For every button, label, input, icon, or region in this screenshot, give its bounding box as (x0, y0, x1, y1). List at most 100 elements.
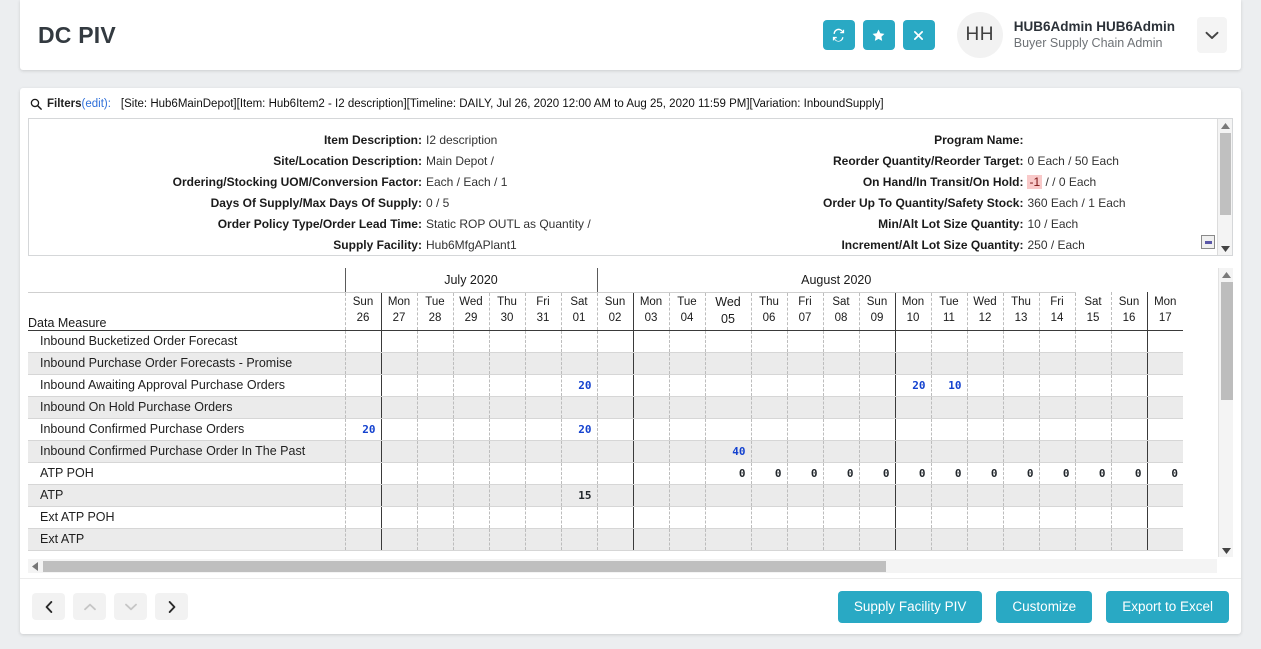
measure-cell[interactable] (1075, 528, 1111, 550)
measure-cell[interactable] (1075, 484, 1111, 506)
day-column-header[interactable]: Tue11 (931, 292, 967, 330)
day-column-header[interactable]: Sun26 (345, 292, 381, 330)
measure-cell[interactable] (525, 462, 561, 484)
measure-cell[interactable] (453, 418, 489, 440)
measure-cell[interactable] (345, 440, 381, 462)
measure-cell[interactable] (669, 418, 705, 440)
data-measure-label[interactable]: Inbound Confirmed Purchase Order In The … (28, 440, 345, 462)
nav-next-button[interactable] (155, 593, 188, 620)
measure-cell[interactable] (1147, 418, 1183, 440)
measure-cell[interactable] (1147, 506, 1183, 528)
measure-cell[interactable] (561, 440, 597, 462)
measure-cell[interactable] (823, 330, 859, 352)
measure-cell[interactable] (417, 440, 453, 462)
measure-cell[interactable] (489, 352, 525, 374)
measure-cell[interactable] (751, 506, 787, 528)
measure-cell[interactable] (489, 396, 525, 418)
measure-cell[interactable] (1147, 484, 1183, 506)
measure-cell[interactable]: 0 (1039, 462, 1075, 484)
measure-cell[interactable] (597, 352, 633, 374)
measure-cell[interactable] (453, 352, 489, 374)
data-measure-label[interactable]: Ext ATP (28, 528, 345, 550)
filters-edit-link[interactable]: (edit): (82, 98, 111, 110)
day-column-header[interactable]: Fri31 (525, 292, 561, 330)
measure-cell[interactable] (1147, 374, 1183, 396)
measure-cell[interactable]: 0 (823, 462, 859, 484)
measure-cell[interactable] (705, 374, 751, 396)
favorite-button[interactable] (863, 20, 895, 50)
measure-cell[interactable] (705, 484, 751, 506)
measure-cell[interactable] (525, 528, 561, 550)
measure-cell[interactable] (633, 330, 669, 352)
measure-cell[interactable] (705, 506, 751, 528)
measure-cell[interactable] (453, 462, 489, 484)
measure-cell[interactable] (633, 418, 669, 440)
measure-cell[interactable] (1039, 484, 1075, 506)
measure-cell[interactable] (597, 440, 633, 462)
measure-cell[interactable] (633, 528, 669, 550)
measure-cell[interactable] (381, 396, 417, 418)
measure-cell[interactable] (489, 418, 525, 440)
measure-cell[interactable] (597, 484, 633, 506)
measure-cell[interactable] (561, 330, 597, 352)
measure-cell[interactable] (1003, 440, 1039, 462)
measure-cell[interactable]: 0 (931, 462, 967, 484)
measure-cell[interactable] (751, 484, 787, 506)
measure-cell[interactable]: 0 (787, 462, 823, 484)
measure-cell[interactable] (489, 462, 525, 484)
measure-cell[interactable] (787, 330, 823, 352)
measure-cell[interactable] (859, 484, 895, 506)
data-measure-label[interactable]: Inbound Awaiting Approval Purchase Order… (28, 374, 345, 396)
measure-cell[interactable] (381, 528, 417, 550)
data-measure-label[interactable]: Inbound Bucketized Order Forecast (28, 330, 345, 352)
measure-cell[interactable] (489, 484, 525, 506)
measure-cell[interactable] (381, 440, 417, 462)
measure-cell[interactable] (381, 484, 417, 506)
measure-cell[interactable] (859, 528, 895, 550)
grid-scroll-down-arrow-icon[interactable] (1219, 544, 1233, 557)
measure-cell[interactable] (1003, 396, 1039, 418)
measure-cell[interactable] (417, 418, 453, 440)
measure-cell[interactable] (823, 506, 859, 528)
day-column-header[interactable]: Tue28 (417, 292, 453, 330)
measure-cell[interactable] (597, 374, 633, 396)
measure-cell[interactable] (1039, 506, 1075, 528)
measure-cell[interactable] (561, 352, 597, 374)
day-column-header[interactable]: Thu13 (1003, 292, 1039, 330)
measure-cell[interactable] (931, 528, 967, 550)
measure-cell[interactable] (417, 528, 453, 550)
measure-cell[interactable]: 0 (1111, 462, 1147, 484)
measure-cell[interactable] (453, 396, 489, 418)
measure-cell[interactable] (345, 528, 381, 550)
measure-cell[interactable] (597, 462, 633, 484)
measure-cell[interactable] (417, 330, 453, 352)
measure-cell[interactable] (489, 374, 525, 396)
measure-cell[interactable]: 15 (561, 484, 597, 506)
measure-cell[interactable] (345, 352, 381, 374)
measure-cell[interactable] (453, 440, 489, 462)
measure-cell[interactable] (1111, 352, 1147, 374)
measure-cell[interactable]: 40 (705, 440, 751, 462)
measure-cell[interactable] (525, 352, 561, 374)
day-column-header[interactable]: Mon10 (895, 292, 931, 330)
measure-cell[interactable] (751, 352, 787, 374)
measure-cell[interactable] (1003, 484, 1039, 506)
measure-cell[interactable] (787, 418, 823, 440)
measure-cell[interactable] (489, 440, 525, 462)
measure-cell[interactable] (859, 396, 895, 418)
details-vertical-scrollbar[interactable] (1217, 119, 1232, 255)
export-to-excel-button[interactable]: Export to Excel (1106, 591, 1229, 623)
day-column-header[interactable]: Mon03 (633, 292, 669, 330)
day-column-header[interactable]: Mon17 (1147, 292, 1183, 330)
day-column-header[interactable]: Sat15 (1075, 292, 1111, 330)
day-column-header[interactable]: Wed05 (705, 292, 751, 330)
measure-cell[interactable] (525, 418, 561, 440)
measure-cell[interactable] (1147, 440, 1183, 462)
day-column-header[interactable]: Sat08 (823, 292, 859, 330)
measure-cell[interactable] (931, 418, 967, 440)
measure-cell[interactable] (1075, 418, 1111, 440)
measure-cell[interactable] (345, 484, 381, 506)
measure-cell[interactable] (967, 440, 1003, 462)
refresh-button[interactable] (823, 20, 855, 50)
measure-cell[interactable] (381, 418, 417, 440)
